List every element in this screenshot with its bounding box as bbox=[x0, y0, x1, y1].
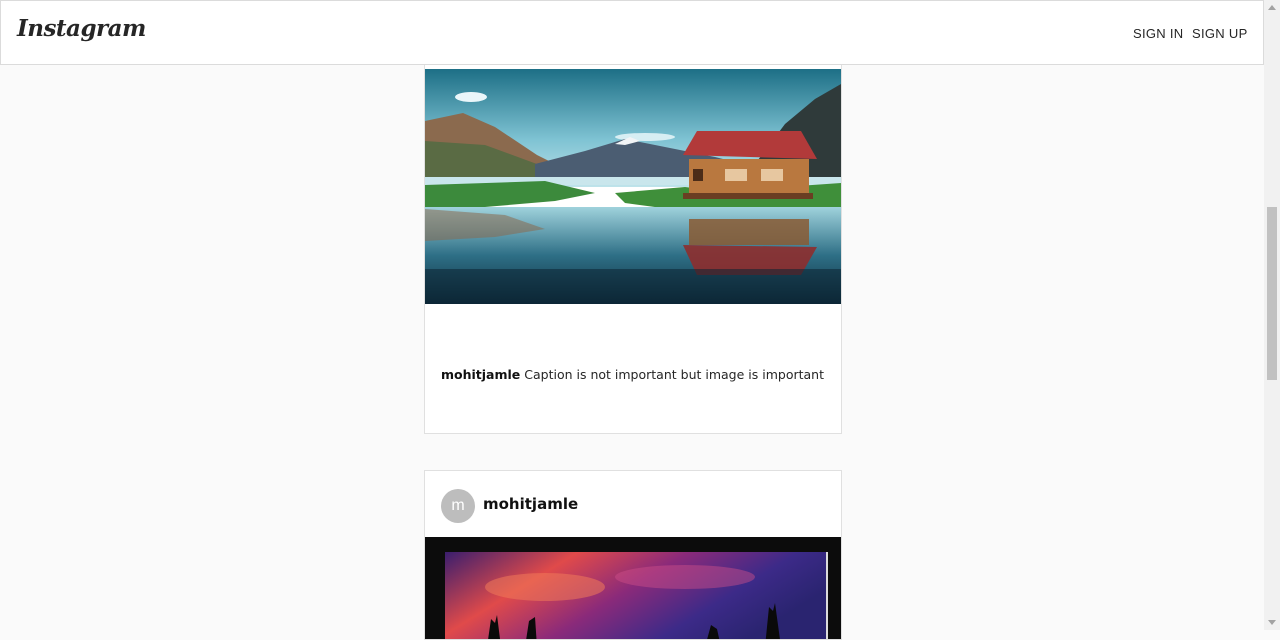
post-username[interactable]: mohitjamle bbox=[483, 495, 578, 513]
scroll-down-arrow-icon[interactable] bbox=[1268, 620, 1276, 625]
caption-text: Caption is not important but image is im… bbox=[524, 367, 824, 382]
post-card: m mohitjamle bbox=[424, 0, 842, 434]
top-navbar: Instagram SIGN IN SIGN UP bbox=[0, 0, 1264, 65]
page-scrollbar[interactable] bbox=[1264, 0, 1280, 630]
caption-username[interactable]: mohitjamle bbox=[441, 367, 520, 382]
scroll-up-arrow-icon[interactable] bbox=[1268, 5, 1276, 10]
post-caption: mohitjamle Caption is not important but … bbox=[441, 367, 824, 382]
sign-in-link[interactable]: SIGN IN bbox=[1133, 26, 1184, 41]
post-card: m mohitjamle bbox=[424, 470, 842, 640]
instagram-logo[interactable]: Instagram bbox=[17, 15, 146, 42]
post-image-lake-house[interactable] bbox=[425, 69, 841, 304]
sign-up-link[interactable]: SIGN UP bbox=[1192, 26, 1248, 41]
post-header: m mohitjamle bbox=[425, 471, 841, 537]
post-image-sunset-crowd[interactable] bbox=[425, 537, 841, 640]
avatar[interactable]: m bbox=[441, 489, 475, 523]
scrollbar-thumb[interactable] bbox=[1267, 207, 1277, 380]
